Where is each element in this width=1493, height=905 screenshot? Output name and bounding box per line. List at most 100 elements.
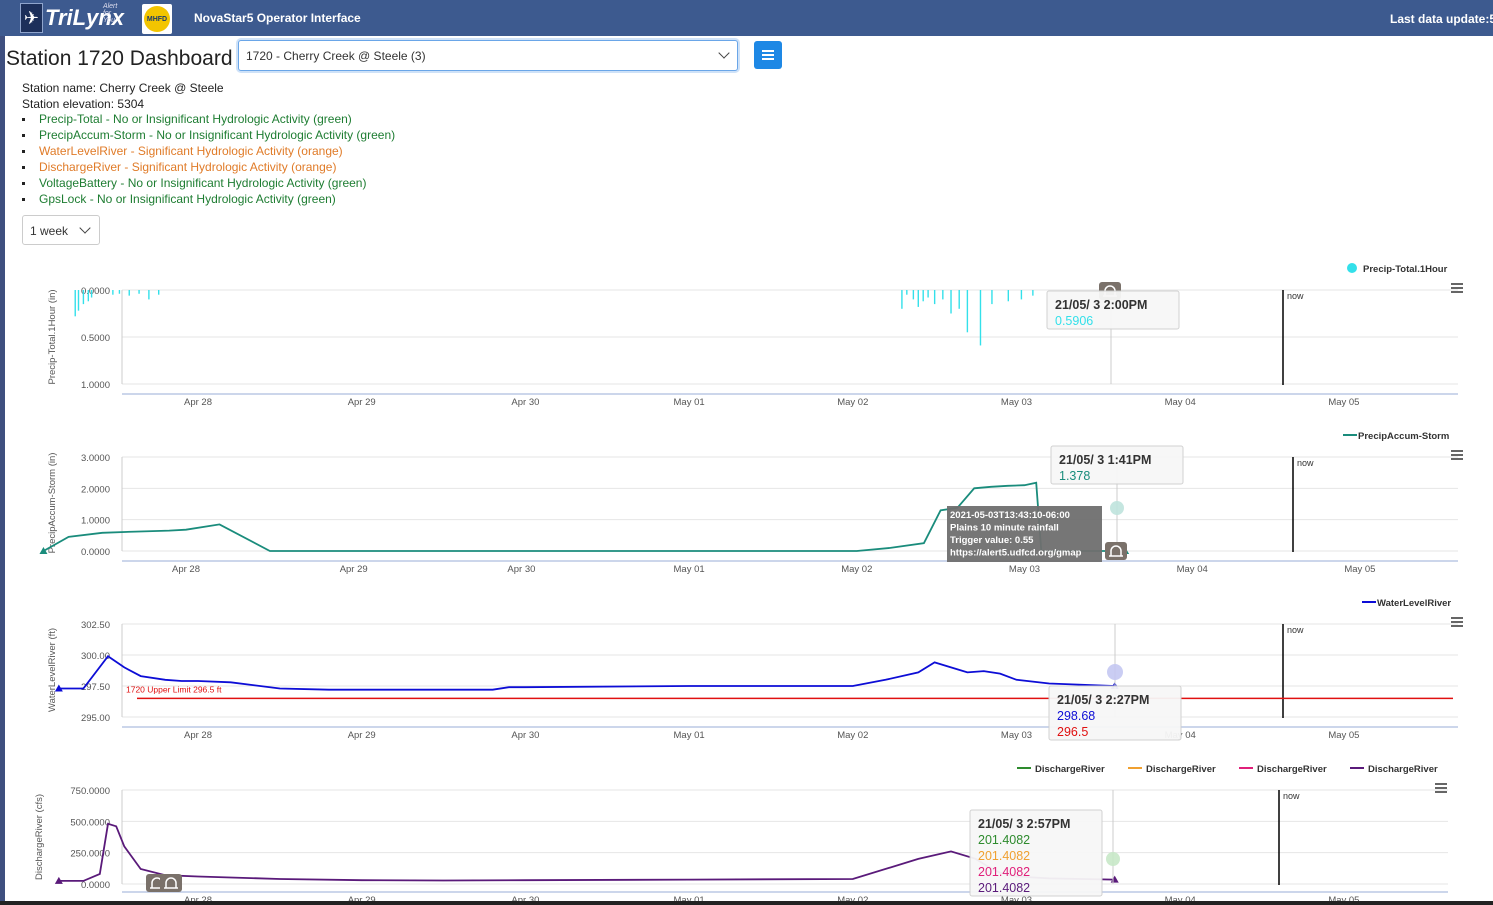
legend-label: PrecipAccum-Storm xyxy=(1358,431,1449,442)
hover-marker xyxy=(1107,664,1123,680)
x-tick-label: May 02 xyxy=(841,564,872,575)
logo-tagline: Alert for You xyxy=(102,3,118,24)
x-tick-label: Apr 28 xyxy=(184,730,212,741)
tooltip-box xyxy=(1050,445,1184,485)
tooltip-value: 201.4082 xyxy=(978,849,1030,863)
tooltip-title: 21/05/ 3 1:41PM xyxy=(1059,453,1151,467)
now-label: now xyxy=(1297,458,1314,468)
sensor-status-item: Precip-Total - No or Insignificant Hydro… xyxy=(22,111,395,127)
chart-menu-icon xyxy=(1451,283,1463,285)
station-select[interactable]: 1720 - Cherry Creek @ Steele (3) xyxy=(238,40,738,71)
y-tick-label: 300.00 xyxy=(81,651,110,662)
tooltip-value: 1.378 xyxy=(1059,469,1090,483)
y-tick-label: 0.5000 xyxy=(81,333,110,344)
now-label: now xyxy=(1283,791,1300,801)
chart-menu-icon xyxy=(1435,783,1447,785)
sensor-status-item: PrecipAccum-Storm - No or Insignificant … xyxy=(22,127,395,143)
x-tick-label: May 04 xyxy=(1165,397,1196,408)
alert-box xyxy=(947,506,1102,562)
series-marker xyxy=(39,547,48,554)
x-tick-label: May 04 xyxy=(1165,730,1196,741)
chevron-down-icon xyxy=(718,47,730,59)
lock-icon-bg xyxy=(146,874,168,892)
bottom-border xyxy=(0,901,1493,905)
app-title: NovaStar5 Operator Interface xyxy=(194,11,361,25)
sensor-status-item: GpsLock - No or Insignificant Hydrologic… xyxy=(22,191,395,207)
x-tick-label: May 03 xyxy=(1001,730,1032,741)
y-tick-label: 1.0000 xyxy=(81,516,110,527)
y-axis-label: PrecipAccum-Storm (in) xyxy=(47,453,58,554)
chart-panel-3: 302.50 300.00 297.50 295.00 Apr 28 Apr 29 Apr … xyxy=(47,598,1463,741)
chevron-down-icon xyxy=(79,222,91,234)
chart-tooltip: 21/05/ 3 2:00PM 0.5906 xyxy=(1046,290,1180,330)
sensor-status-item: WaterLevelRiver - Significant Hydrologic… xyxy=(22,143,395,159)
y-axis-label: WaterLevelRiver (ft) xyxy=(47,628,58,712)
series-line xyxy=(58,654,1115,691)
left-nav-strip xyxy=(0,36,5,905)
tooltip-value: 201.4082 xyxy=(978,865,1030,879)
page-title: Station 1720 Dashboard xyxy=(6,47,233,70)
lock-icon-shackle xyxy=(165,877,177,888)
chart-menu-icon xyxy=(1451,287,1463,289)
chart-menu-icon xyxy=(1451,291,1463,293)
alert-line: https://alert5.udfcd.org/gmap xyxy=(950,548,1082,559)
time-range-select[interactable]: 1 week xyxy=(22,215,100,245)
x-tick-label: May 05 xyxy=(1328,730,1359,741)
series-line xyxy=(58,822,1115,882)
menu-icon-bar xyxy=(762,50,774,52)
chart-panel-4: 750.0000500.0000250.00000.0000Apr 28 Apr … xyxy=(34,764,1448,905)
sensor-status-list: Precip-Total - No or Insignificant Hydro… xyxy=(22,111,395,207)
y-tick-label: 0.0000 xyxy=(81,880,110,891)
y-tick-label: 0.0000 xyxy=(81,547,110,558)
x-tick-label: May 05 xyxy=(1328,397,1359,408)
chart-menu-icon xyxy=(1451,450,1463,452)
sensor-status-item: DischargeRiver - Significant Hydrologic … xyxy=(22,159,395,175)
chart-panel-1: 0.0000 0.5000 1.0000 Apr 28 Apr 29 Apr 30 May … xyxy=(47,263,1463,408)
tooltip-title: 21/05/ 3 2:00PM xyxy=(1055,298,1147,312)
x-tick-label: Apr 30 xyxy=(507,564,535,575)
series-marker xyxy=(1121,547,1130,554)
tooltip-value: 201.4082 xyxy=(978,881,1030,895)
lock-icon-bg xyxy=(1105,542,1127,560)
x-tick-label: May 03 xyxy=(1001,397,1032,408)
sensor-status-item: VoltageBattery - No or Insignificant Hyd… xyxy=(22,175,395,191)
legend-label: DischargeRiver xyxy=(1146,764,1216,775)
x-tick-label: May 03 xyxy=(1009,564,1040,575)
lock-icon xyxy=(146,874,168,892)
chart-menu-icon xyxy=(1451,621,1463,623)
x-tick-label: Apr 28 xyxy=(172,564,200,575)
logo-text: TriLynx Alert for You xyxy=(44,3,124,30)
chart-menu-icon xyxy=(1435,787,1447,789)
legend-label: DischargeRiver xyxy=(1257,764,1327,775)
x-tick-label: Apr 30 xyxy=(511,730,539,741)
now-label: now xyxy=(1287,625,1304,635)
y-tick-label: 295.00 xyxy=(81,713,110,724)
menu-button[interactable] xyxy=(754,41,782,69)
x-tick-label: May 04 xyxy=(1177,564,1208,575)
y-axis-label: DischargeRiver (cfs) xyxy=(34,794,45,880)
legend-label: Precip-Total.1Hour xyxy=(1363,264,1448,275)
alert-annotation: 2021-05-03T13:43:10-06:00 Plains 10 minut… xyxy=(947,506,1102,562)
lock-icon xyxy=(1105,542,1127,560)
tooltip-box xyxy=(1048,685,1182,741)
station-elevation: Station elevation: 5304 xyxy=(22,97,145,111)
chart-panel-2: 3.0000 2.0000 1.0000 0.0000 Apr 28 Apr 29 Apr … xyxy=(39,431,1463,575)
trilynx-logo[interactable]: ✈ TriLynx Alert for You xyxy=(20,3,124,33)
legend-label: DischargeRiver xyxy=(1035,764,1105,775)
alert-line: Trigger value: 0.55 xyxy=(950,535,1034,546)
station-name: Station name: Cherry Creek @ Steele xyxy=(22,81,224,95)
x-tick-label: Apr 29 xyxy=(348,397,376,408)
x-tick-label: May 02 xyxy=(837,397,868,408)
partner-logo[interactable]: MHFD xyxy=(142,4,172,34)
chart-tooltip: 21/05/ 3 2:57PM 201.4082 201.4082 201.4082 2… xyxy=(969,809,1103,897)
legend-label: DischargeRiver xyxy=(1368,764,1438,775)
series-marker xyxy=(54,684,63,692)
lock-icon xyxy=(160,874,182,892)
chart-menu-icon xyxy=(1451,617,1463,619)
series-marker xyxy=(54,876,63,884)
chart-menu-icon xyxy=(1451,625,1463,627)
alert-line: 2021-05-03T13:43:10-06:00 xyxy=(950,510,1070,521)
tooltip-value: 0.5906 xyxy=(1055,314,1093,328)
y-tick-label: 0.0000 xyxy=(81,286,110,297)
y-tick-label: 297.50 xyxy=(81,682,110,693)
